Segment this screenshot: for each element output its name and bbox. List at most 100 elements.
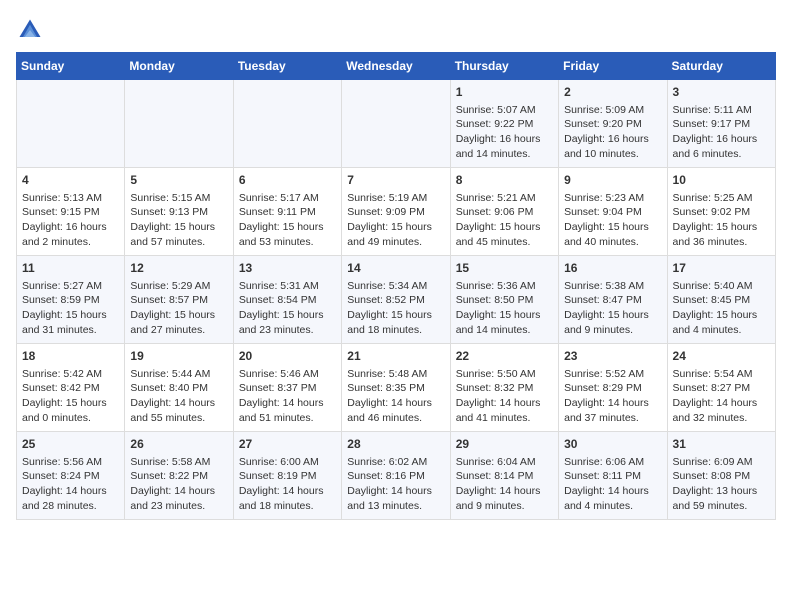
calendar-cell: 27Sunrise: 6:00 AM Sunset: 8:19 PM Dayli… [233, 432, 341, 520]
day-number: 5 [130, 172, 227, 189]
calendar-cell: 5 Sunrise: 5:15 AM Sunset: 9:13 PM Daylig… [125, 168, 233, 256]
calendar-header-row: SundayMondayTuesdayWednesdayThursdayFrid… [17, 53, 776, 80]
cell-content: Sunrise: 5:17 AM Sunset: 9:11 PM Dayligh… [239, 191, 336, 250]
day-number: 25 [22, 436, 119, 453]
cell-content: Sunrise: 5:07 AM Sunset: 9:22 PM Dayligh… [456, 103, 553, 162]
cell-content: Sunrise: 5:36 AM Sunset: 8:50 PM Dayligh… [456, 279, 553, 338]
day-number: 3 [673, 84, 770, 101]
cell-content: Sunrise: 5:40 AM Sunset: 8:45 PM Dayligh… [673, 279, 770, 338]
calendar-week-row: 11Sunrise: 5:27 AM Sunset: 8:59 PM Dayli… [17, 256, 776, 344]
logo [16, 16, 48, 44]
calendar-cell: 8 Sunrise: 5:21 AM Sunset: 9:06 PM Daylig… [450, 168, 558, 256]
day-number: 7 [347, 172, 444, 189]
calendar-cell: 6 Sunrise: 5:17 AM Sunset: 9:11 PM Daylig… [233, 168, 341, 256]
day-number: 18 [22, 348, 119, 365]
calendar-cell: 12Sunrise: 5:29 AM Sunset: 8:57 PM Dayli… [125, 256, 233, 344]
calendar-cell: 26 Sunrise: 5:58 AM Sunset: 8:22 PM Dayli… [125, 432, 233, 520]
header-sunday: Sunday [17, 53, 125, 80]
calendar-week-row: 18 Sunrise: 5:42 AM Sunset: 8:42 PM Dayli… [17, 344, 776, 432]
header-friday: Friday [559, 53, 667, 80]
day-number: 29 [456, 436, 553, 453]
cell-content: Sunrise: 5:21 AM Sunset: 9:06 PM Dayligh… [456, 191, 553, 250]
calendar-cell: 22 Sunrise: 5:50 AM Sunset: 8:32 PM Dayli… [450, 344, 558, 432]
day-number: 6 [239, 172, 336, 189]
calendar-cell [125, 80, 233, 168]
cell-content: Sunrise: 5:48 AM Sunset: 8:35 PM Dayligh… [347, 367, 444, 426]
header-wednesday: Wednesday [342, 53, 450, 80]
cell-content: Sunrise: 5:34 AM Sunset: 8:52 PM Dayligh… [347, 279, 444, 338]
calendar-cell: 23 Sunrise: 5:52 AM Sunset: 8:29 PM Dayli… [559, 344, 667, 432]
cell-content: Sunrise: 5:54 AM Sunset: 8:27 PM Dayligh… [673, 367, 770, 426]
day-number: 15 [456, 260, 553, 277]
calendar-cell: 3Sunrise: 5:11 AM Sunset: 9:17 PM Daylig… [667, 80, 775, 168]
calendar-cell: 14 Sunrise: 5:34 AM Sunset: 8:52 PM Dayli… [342, 256, 450, 344]
calendar-cell: 30 Sunrise: 6:06 AM Sunset: 8:11 PM Dayli… [559, 432, 667, 520]
calendar-week-row: 4Sunrise: 5:13 AM Sunset: 9:15 PM Daylig… [17, 168, 776, 256]
calendar-cell: 18 Sunrise: 5:42 AM Sunset: 8:42 PM Dayli… [17, 344, 125, 432]
day-number: 10 [673, 172, 770, 189]
day-number: 23 [564, 348, 661, 365]
day-number: 30 [564, 436, 661, 453]
calendar-cell: 9 Sunrise: 5:23 AM Sunset: 9:04 PM Daylig… [559, 168, 667, 256]
cell-content: Sunrise: 5:19 AM Sunset: 9:09 PM Dayligh… [347, 191, 444, 250]
cell-content: Sunrise: 5:58 AM Sunset: 8:22 PM Dayligh… [130, 455, 227, 514]
cell-content: Sunrise: 5:50 AM Sunset: 8:32 PM Dayligh… [456, 367, 553, 426]
calendar-cell [17, 80, 125, 168]
cell-content: Sunrise: 5:44 AM Sunset: 8:40 PM Dayligh… [130, 367, 227, 426]
day-number: 14 [347, 260, 444, 277]
cell-content: Sunrise: 5:09 AM Sunset: 9:20 PM Dayligh… [564, 103, 661, 162]
logo-icon [16, 16, 44, 44]
day-number: 20 [239, 348, 336, 365]
calendar-week-row: 1 Sunrise: 5:07 AM Sunset: 9:22 PM Daylig… [17, 80, 776, 168]
day-number: 9 [564, 172, 661, 189]
day-number: 28 [347, 436, 444, 453]
cell-content: Sunrise: 5:25 AM Sunset: 9:02 PM Dayligh… [673, 191, 770, 250]
calendar-cell [233, 80, 341, 168]
calendar-cell: 21Sunrise: 5:48 AM Sunset: 8:35 PM Dayli… [342, 344, 450, 432]
cell-content: Sunrise: 5:56 AM Sunset: 8:24 PM Dayligh… [22, 455, 119, 514]
day-number: 12 [130, 260, 227, 277]
calendar-cell: 13 Sunrise: 5:31 AM Sunset: 8:54 PM Dayli… [233, 256, 341, 344]
header-saturday: Saturday [667, 53, 775, 80]
cell-content: Sunrise: 5:46 AM Sunset: 8:37 PM Dayligh… [239, 367, 336, 426]
day-number: 24 [673, 348, 770, 365]
header-tuesday: Tuesday [233, 53, 341, 80]
header-monday: Monday [125, 53, 233, 80]
cell-content: Sunrise: 6:06 AM Sunset: 8:11 PM Dayligh… [564, 455, 661, 514]
calendar-cell: 7 Sunrise: 5:19 AM Sunset: 9:09 PM Daylig… [342, 168, 450, 256]
calendar-cell: 25 Sunrise: 5:56 AM Sunset: 8:24 PM Dayli… [17, 432, 125, 520]
day-number: 22 [456, 348, 553, 365]
cell-content: Sunrise: 5:52 AM Sunset: 8:29 PM Dayligh… [564, 367, 661, 426]
cell-content: Sunrise: 5:13 AM Sunset: 9:15 PM Dayligh… [22, 191, 119, 250]
day-number: 8 [456, 172, 553, 189]
day-number: 2 [564, 84, 661, 101]
day-number: 27 [239, 436, 336, 453]
calendar-cell: 31 Sunrise: 6:09 AM Sunset: 8:08 PM Dayli… [667, 432, 775, 520]
calendar-cell: 1 Sunrise: 5:07 AM Sunset: 9:22 PM Daylig… [450, 80, 558, 168]
calendar-table: SundayMondayTuesdayWednesdayThursdayFrid… [16, 52, 776, 520]
cell-content: Sunrise: 5:23 AM Sunset: 9:04 PM Dayligh… [564, 191, 661, 250]
page-header [16, 16, 776, 44]
calendar-cell: 17Sunrise: 5:40 AM Sunset: 8:45 PM Dayli… [667, 256, 775, 344]
cell-content: Sunrise: 5:38 AM Sunset: 8:47 PM Dayligh… [564, 279, 661, 338]
calendar-cell: 15 Sunrise: 5:36 AM Sunset: 8:50 PM Dayli… [450, 256, 558, 344]
calendar-cell: 10 Sunrise: 5:25 AM Sunset: 9:02 PM Dayli… [667, 168, 775, 256]
cell-content: Sunrise: 5:31 AM Sunset: 8:54 PM Dayligh… [239, 279, 336, 338]
day-number: 26 [130, 436, 227, 453]
calendar-cell: 4Sunrise: 5:13 AM Sunset: 9:15 PM Daylig… [17, 168, 125, 256]
calendar-cell: 20 Sunrise: 5:46 AM Sunset: 8:37 PM Dayli… [233, 344, 341, 432]
day-number: 1 [456, 84, 553, 101]
day-number: 16 [564, 260, 661, 277]
day-number: 31 [673, 436, 770, 453]
day-number: 19 [130, 348, 227, 365]
cell-content: Sunrise: 5:15 AM Sunset: 9:13 PM Dayligh… [130, 191, 227, 250]
calendar-cell: 28Sunrise: 6:02 AM Sunset: 8:16 PM Dayli… [342, 432, 450, 520]
header-thursday: Thursday [450, 53, 558, 80]
cell-content: Sunrise: 6:09 AM Sunset: 8:08 PM Dayligh… [673, 455, 770, 514]
calendar-week-row: 25 Sunrise: 5:56 AM Sunset: 8:24 PM Dayli… [17, 432, 776, 520]
calendar-cell: 19 Sunrise: 5:44 AM Sunset: 8:40 PM Dayli… [125, 344, 233, 432]
calendar-cell: 29Sunrise: 6:04 AM Sunset: 8:14 PM Dayli… [450, 432, 558, 520]
calendar-cell: 11Sunrise: 5:27 AM Sunset: 8:59 PM Dayli… [17, 256, 125, 344]
day-number: 13 [239, 260, 336, 277]
cell-content: Sunrise: 5:42 AM Sunset: 8:42 PM Dayligh… [22, 367, 119, 426]
